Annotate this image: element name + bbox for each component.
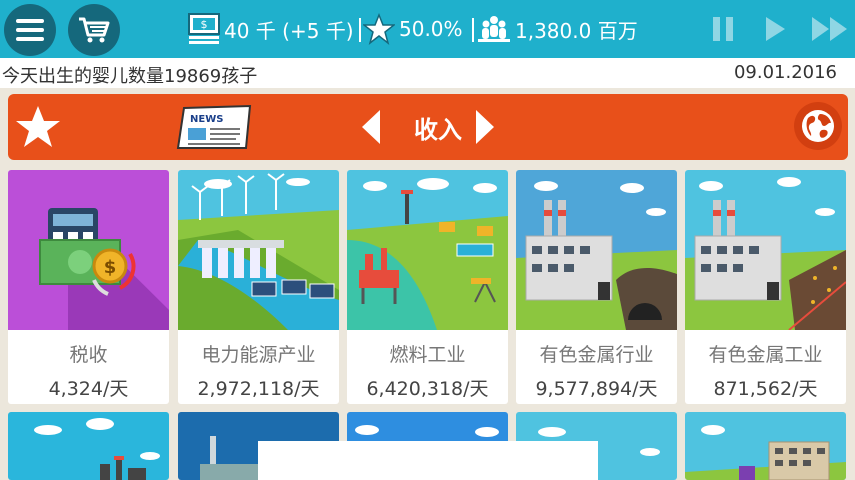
money-value: 40 千 (+5 千) — [224, 18, 354, 43]
industry-card-fuel[interactable]: 燃料工业 6,420,318/天 — [347, 170, 508, 404]
population-stat: 1,380.0 百万 — [477, 0, 638, 58]
industry-card-taxes[interactable]: $ 税收 4,324/天 — [8, 170, 169, 404]
fast-forward-icon — [812, 17, 847, 41]
pause-icon — [713, 17, 733, 41]
menu-button[interactable] — [4, 4, 56, 56]
industry-card-nonferrous-metals[interactable]: 有色金属行业 9,577,894/天 — [516, 170, 677, 404]
pause-button[interactable] — [706, 14, 740, 44]
industry-name: 电力能源产业 — [201, 344, 316, 366]
news-button[interactable]: NEWS — [176, 104, 254, 150]
newspaper-label: NEWS — [190, 114, 223, 125]
industry-card-partial[interactable] — [685, 412, 846, 480]
globe-icon — [802, 110, 834, 142]
industry-income: 4,324/天 — [48, 378, 129, 400]
shopping-cart-icon — [79, 17, 110, 43]
industry-income: 9,577,894/天 — [535, 378, 658, 400]
next-category-arrow[interactable] — [474, 108, 496, 146]
power-plant-illustration — [178, 170, 339, 330]
approval-stat: 50.0% — [363, 0, 463, 58]
industry-illustration — [685, 412, 846, 480]
fast-forward-button[interactable] — [810, 14, 850, 44]
industry-income: 871,562/天 — [713, 378, 818, 400]
approval-value: 50.0% — [399, 17, 463, 41]
news-ticker: 今天出生的婴儿数量19869孩子 09.01.2016 — [0, 58, 855, 88]
industry-income: 2,972,118/天 — [197, 378, 320, 400]
overlay-panel — [258, 441, 598, 480]
category-title: 收入 — [414, 116, 462, 144]
category-header: NEWS 收入 — [8, 94, 848, 160]
industry-illustration — [8, 412, 169, 480]
news-message: 今天出生的婴儿数量19869孩子 — [2, 66, 258, 87]
world-map-button[interactable] — [794, 102, 842, 150]
metal-industry-illustration — [685, 170, 846, 330]
svg-text:$: $ — [104, 257, 117, 278]
money-stat: $ 40 千 (+5 千) — [188, 0, 354, 58]
svg-text:$: $ — [201, 18, 208, 31]
money-icon: $ — [188, 13, 220, 44]
metal-factory-illustration — [516, 170, 677, 330]
industry-name: 燃料工业 — [389, 344, 466, 366]
population-value: 1,380.0 百万 — [515, 18, 638, 43]
divider — [472, 18, 474, 42]
hamburger-icon — [16, 14, 44, 46]
game-date: 09.01.2016 — [733, 62, 837, 83]
industry-income: 6,420,318/天 — [366, 378, 489, 400]
people-icon — [478, 16, 510, 42]
industry-name: 有色金属行业 — [539, 344, 654, 366]
play-icon — [766, 17, 785, 41]
oil-industry-illustration — [347, 170, 508, 330]
industry-card-nonferrous-industry[interactable]: 有色金属工业 871,562/天 — [685, 170, 846, 404]
top-bar: $ 40 千 (+5 千) 50.0% 1,380.0 百万 — [0, 0, 855, 58]
star-icon — [363, 13, 395, 45]
divider — [359, 18, 361, 42]
industry-name: 税收 — [69, 344, 108, 366]
industry-name: 有色金属工业 — [708, 344, 823, 366]
industry-card-partial[interactable] — [8, 412, 169, 480]
star-icon — [16, 106, 60, 147]
taxes-illustration: $ — [8, 170, 169, 330]
shop-button[interactable] — [68, 4, 120, 56]
previous-category-arrow[interactable] — [360, 108, 382, 146]
play-button[interactable] — [758, 14, 792, 44]
newspaper-icon: NEWS — [176, 104, 252, 149]
industry-card-power[interactable]: 电力能源产业 2,972,118/天 — [178, 170, 339, 404]
favorites-button[interactable] — [8, 94, 68, 160]
